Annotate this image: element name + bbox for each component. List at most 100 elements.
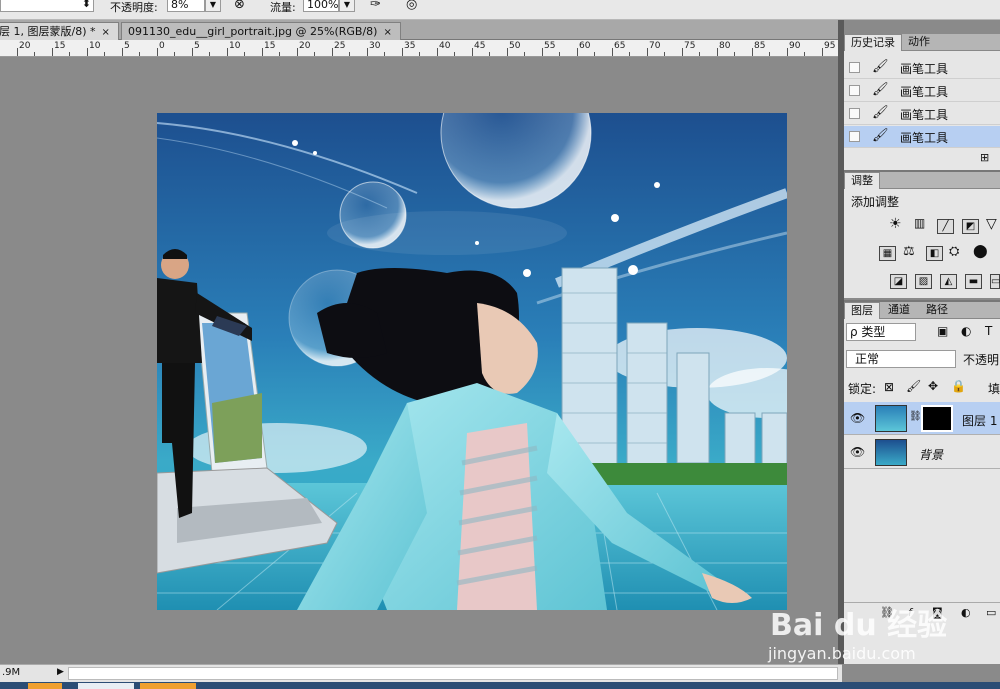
history-item-selected[interactable]: 🖌 画笔工具: [844, 126, 1000, 148]
tab-layer-mask[interactable]: 层 1, 图层蒙版/8) * ×: [0, 22, 119, 40]
status-bar: .9M ▶: [0, 664, 842, 682]
ruler-tick: [297, 48, 298, 56]
photo-filter-icon[interactable]: ⛭: [949, 244, 959, 259]
gradient-map-icon[interactable]: ▬: [965, 274, 982, 289]
history-item[interactable]: 🖌 画笔工具: [844, 57, 1000, 79]
brush-icon: 🖌: [872, 59, 889, 74]
ruler-tick: [262, 48, 263, 56]
pressure-opacity-icon[interactable]: ⊗: [234, 0, 245, 12]
baidu-watermark: Bai du 经验 jingyan.baidu.com: [762, 600, 1000, 664]
ruler-tick: [664, 52, 665, 56]
invert-icon[interactable]: ◪: [890, 274, 907, 289]
ruler-tick: [52, 48, 53, 56]
layer-filter-select[interactable]: ρ 类型: [846, 323, 916, 341]
watermark-url: jingyan.baidu.com: [768, 644, 916, 663]
tab-channels[interactable]: 通道: [882, 302, 916, 319]
ruler-tick: [787, 48, 788, 56]
adjustment-filter-icon[interactable]: ◐: [961, 324, 971, 338]
color-balance-icon[interactable]: ⚖: [903, 244, 915, 259]
opacity-dropdown-button[interactable]: ▼: [205, 0, 221, 12]
posterize-icon[interactable]: ▨: [915, 274, 932, 289]
selective-color-icon[interactable]: ▭: [990, 274, 1000, 289]
status-menu-arrow-icon[interactable]: ▶: [57, 667, 64, 677]
ruler-tick: [717, 48, 718, 56]
ruler-tick: [647, 48, 648, 56]
ruler-label: 5: [124, 41, 130, 51]
flow-input[interactable]: 100%: [303, 0, 339, 12]
history-item[interactable]: 🖌 画笔工具: [844, 103, 1000, 125]
opacity-input[interactable]: 8%: [167, 0, 205, 12]
ruler-label: 30: [369, 41, 381, 51]
lock-transparent-icon[interactable]: ⊠: [884, 380, 894, 394]
ruler-label: 20: [19, 41, 31, 51]
ruler-tick: [822, 48, 823, 56]
ruler-tick: [472, 48, 473, 56]
document-canvas[interactable]: [157, 113, 787, 610]
taskbar-app-button[interactable]: [28, 683, 62, 689]
ruler-label: 15: [54, 41, 66, 51]
layer-mask-thumbnail[interactable]: [921, 405, 953, 432]
pixel-filter-icon[interactable]: ▣: [937, 324, 948, 338]
blend-mode-select[interactable]: 正常: [846, 350, 956, 368]
tab-paths[interactable]: 路径: [920, 302, 954, 319]
ruler-label: 70: [649, 41, 661, 51]
hue-saturation-icon[interactable]: ▦: [879, 246, 896, 261]
history-snapshot-checkbox[interactable]: [849, 85, 860, 96]
brush-preset-picker[interactable]: ⬍: [0, 0, 94, 12]
tab-label: 层 1, 图层蒙版/8) *: [0, 25, 96, 38]
windows-taskbar: [0, 682, 1000, 689]
eye-visibility-icon[interactable]: 👁: [850, 445, 865, 459]
ruler-tick: [524, 52, 525, 56]
tab-adjustments[interactable]: 调整: [844, 172, 880, 189]
curves-icon[interactable]: ╱: [937, 219, 954, 234]
adjustments-panel: 调整 添加调整 ☀ ▥ ╱ ◩ ▽ ▦ ⚖ ◧ ⛭ ⬤ ◪ ▨ ◭ ▬ ▭: [844, 170, 1000, 298]
layer-row-selected[interactable]: 👁 ⛓ 图层 1: [844, 402, 1000, 435]
vibrance-icon[interactable]: ▽: [986, 216, 997, 232]
brightness-icon[interactable]: ☀: [889, 216, 902, 232]
type-filter-icon[interactable]: T: [985, 324, 992, 338]
pressure-size-icon[interactable]: ◎: [406, 0, 417, 12]
tab-history[interactable]: 历史记录: [844, 34, 902, 51]
layer-row[interactable]: 👁 背景: [844, 436, 1000, 469]
lock-all-icon[interactable]: 🔒: [951, 379, 966, 393]
close-icon[interactable]: ×: [101, 27, 109, 38]
history-snapshot-checkbox[interactable]: [849, 62, 860, 73]
ruler-label: 35: [404, 41, 416, 51]
history-snapshot-checkbox[interactable]: [849, 108, 860, 119]
taskbar-app-button[interactable]: [140, 683, 196, 689]
ruler-tick: [507, 48, 508, 56]
horizontal-scrollbar[interactable]: [68, 667, 838, 680]
taskbar-app-button[interactable]: [78, 683, 134, 689]
brush-icon: 🖌: [872, 82, 889, 97]
tab-layers[interactable]: 图层: [844, 302, 880, 319]
eye-visibility-icon[interactable]: 👁: [850, 411, 865, 425]
exposure-icon[interactable]: ◩: [962, 219, 979, 234]
levels-icon[interactable]: ▥: [914, 216, 925, 230]
lock-position-icon[interactable]: ✥: [928, 379, 938, 393]
mask-link-icon[interactable]: ⛓: [909, 411, 922, 422]
history-snapshot-checkbox[interactable]: [849, 131, 860, 142]
lock-pixels-brush-icon[interactable]: 🖌: [906, 379, 921, 393]
ruler-tick: [209, 52, 210, 56]
new-snapshot-icon[interactable]: ⊞: [980, 151, 989, 164]
tab-girl-portrait[interactable]: 091130_edu__girl_portrait.jpg @ 25%(RGB/…: [121, 22, 401, 40]
airbrush-icon[interactable]: ✑: [370, 0, 381, 12]
black-white-icon[interactable]: ◧: [926, 246, 943, 261]
tab-label: 091130_edu__girl_portrait.jpg @ 25%(RGB/…: [128, 25, 378, 38]
watermark-brand: Bai du 经验: [770, 608, 948, 643]
threshold-icon[interactable]: ◭: [940, 274, 957, 289]
ruler-tick: [279, 52, 280, 56]
ruler-tick: [769, 52, 770, 56]
ruler-label: 95: [824, 41, 836, 51]
flow-dropdown-button[interactable]: ▼: [339, 0, 355, 12]
layer-thumbnail: [875, 439, 907, 466]
channel-mixer-icon[interactable]: ⬤: [973, 244, 988, 259]
history-item-label: 画笔工具: [900, 85, 949, 99]
ruler-tick: [437, 48, 438, 56]
ruler-tick: [122, 48, 123, 56]
history-item[interactable]: 🖌 画笔工具: [844, 80, 1000, 102]
brush-icon: 🖌: [872, 128, 889, 143]
tab-actions[interactable]: 动作: [902, 34, 936, 51]
close-icon[interactable]: ×: [383, 27, 391, 38]
adjustments-panel-tabs: 调整: [844, 172, 1000, 189]
